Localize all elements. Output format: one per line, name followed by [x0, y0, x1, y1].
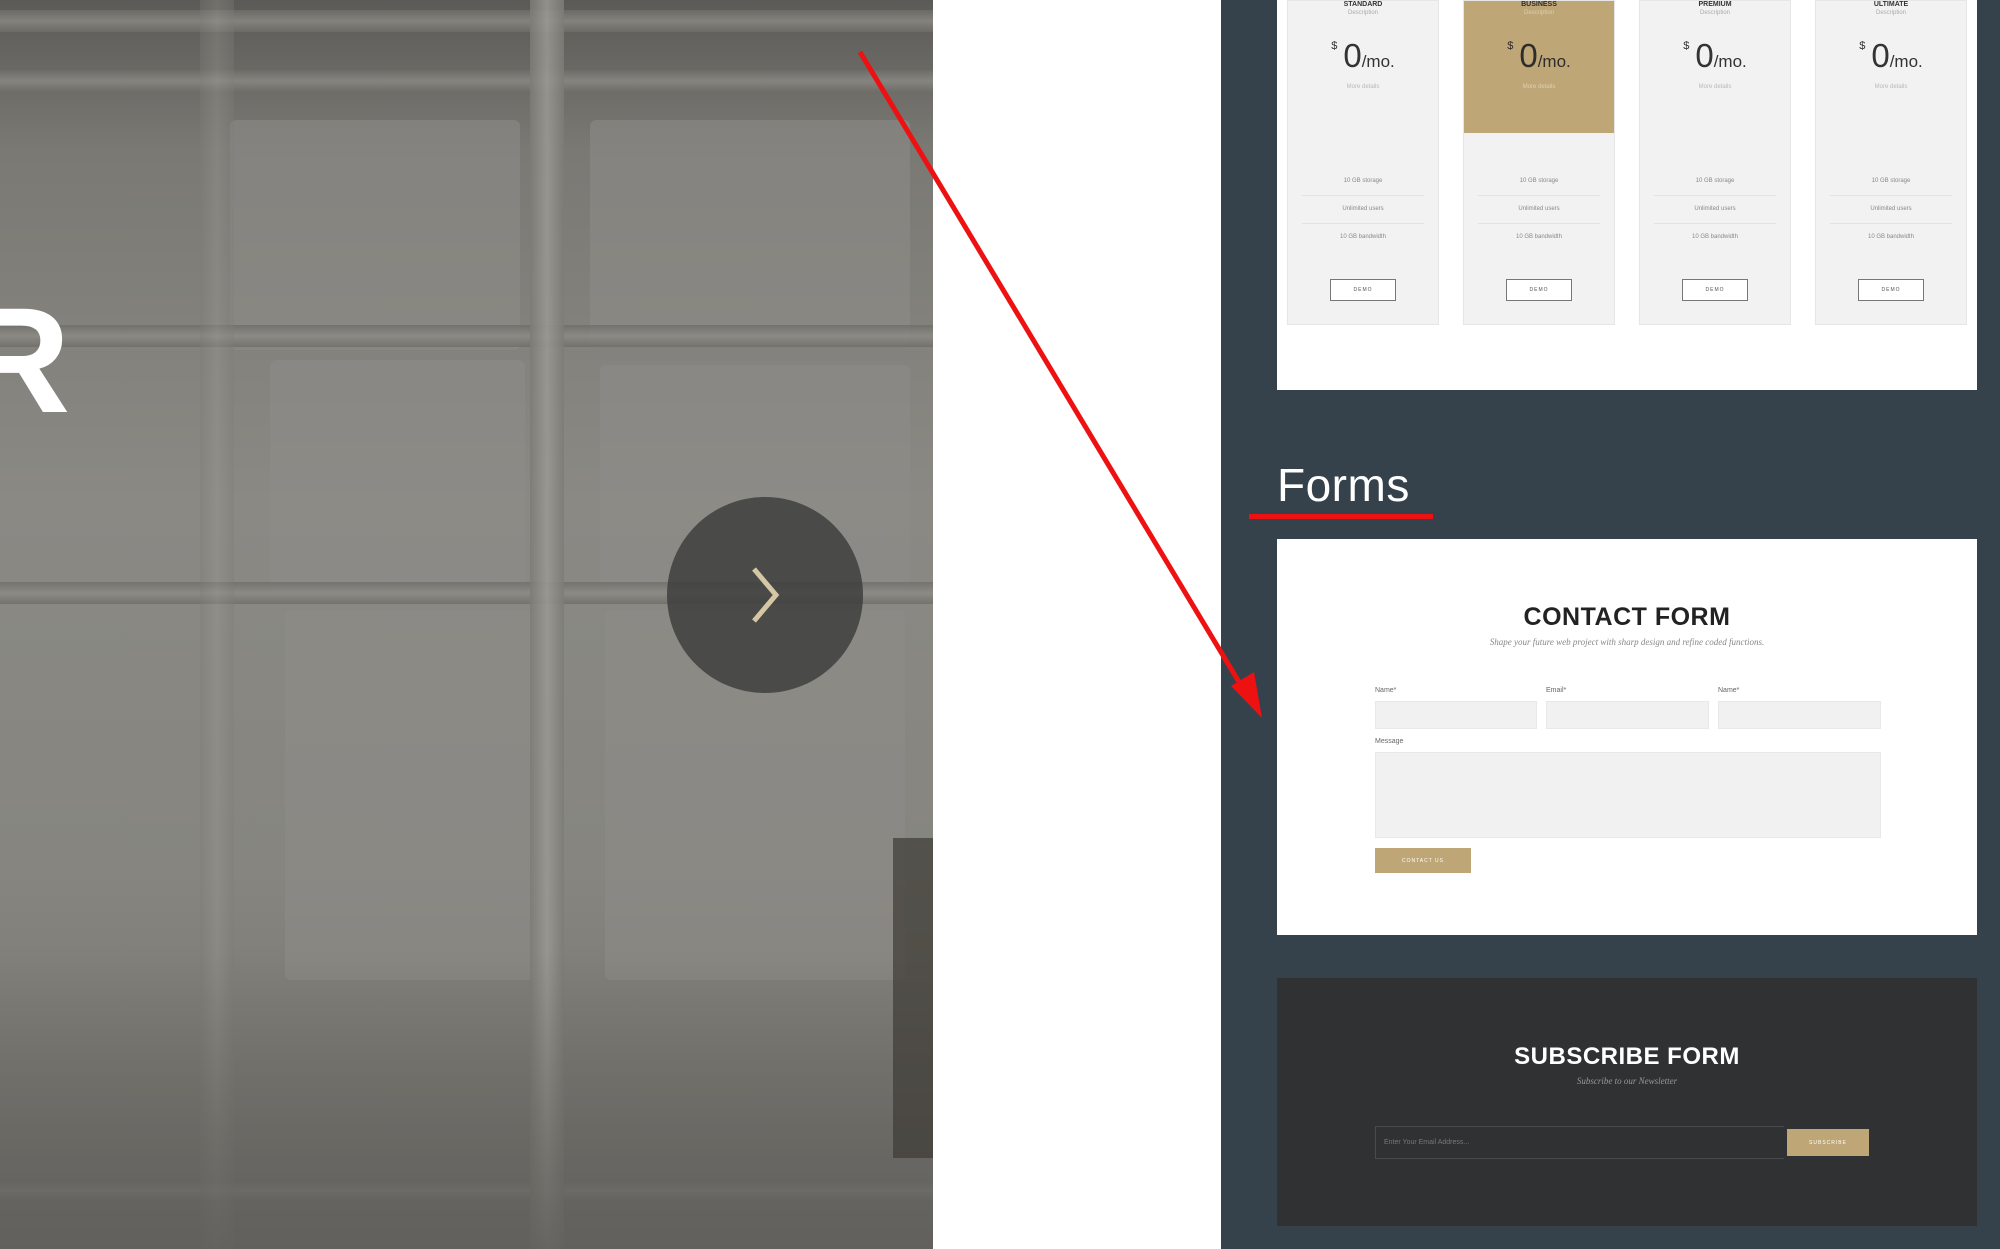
window-pane [270, 360, 525, 590]
more-details-link[interactable]: More details [1288, 84, 1438, 90]
plan-demo-button[interactable]: DEMO [1858, 279, 1924, 301]
plan-name: ULTIMATE [1873, 1, 1909, 8]
chevron-right-icon [752, 567, 780, 623]
plan-feature: 10 GB bandwidth [1515, 234, 1563, 240]
pricing-plan-featured: BUSINESS Description $0/mo. More details… [1463, 0, 1615, 325]
plan-header: BUSINESS Description $0/mo. More details [1464, 1, 1614, 133]
plan-header: PREMIUM Description $0/mo. More details [1640, 1, 1790, 133]
plan-feature: Unlimited users [1478, 196, 1600, 224]
plan-feature: 10 GB bandwidth [1691, 234, 1739, 240]
plan-header: STANDARD Description $0/mo. More details [1288, 1, 1438, 133]
contact-form-subtitle: Shape your future web project with sharp… [1489, 637, 1765, 647]
annotation-underline [1249, 514, 1433, 519]
window-frame [0, 325, 933, 347]
subscribe-button[interactable]: SUBSCRIBE [1784, 1126, 1872, 1159]
window-frame [0, 10, 933, 32]
window-pane [230, 120, 520, 350]
plan-feature: 10 GB storage [1478, 168, 1600, 196]
name-field-label: Name* [1375, 687, 1397, 694]
plan-price: $0/mo. [1640, 39, 1790, 72]
subscribe-form-title: SUBSCRIBE FORM [1514, 1043, 1740, 1070]
plan-demo-button[interactable]: DEMO [1506, 279, 1572, 301]
second-name-field-label: Name* [1718, 687, 1740, 694]
pricing-plan: STANDARD Description $0/mo. More details… [1287, 0, 1439, 325]
plan-description: Description [1347, 10, 1378, 16]
hero-heading-fragment: R [0, 276, 71, 444]
photo-haze [0, 949, 933, 1249]
email-field-label: Email* [1546, 687, 1567, 694]
plan-feature: Unlimited users [1654, 196, 1776, 224]
contact-form-card: CONTACT FORM Shape your future web proje… [1277, 539, 1977, 935]
plan-description: Description [1699, 10, 1730, 16]
price-period: /mo. [1537, 52, 1571, 71]
more-details-link[interactable]: More details [1816, 84, 1966, 90]
plan-feature: 10 GB bandwidth [1867, 234, 1915, 240]
price-period: /mo. [1713, 52, 1747, 71]
hero-slider: R [0, 0, 933, 1249]
plan-features: 10 GB storage Unlimited users 10 GB band… [1464, 133, 1614, 251]
currency-symbol: $ [1507, 40, 1514, 52]
plan-header: ULTIMATE Description $0/mo. More details [1816, 1, 1966, 133]
plan-features: 10 GB storage Unlimited users 10 GB band… [1640, 133, 1790, 251]
second-name-input[interactable] [1718, 701, 1881, 729]
plan-feature: 10 GB storage [1830, 168, 1952, 196]
subscribe-form-subtitle: Subscribe to our Newsletter [1576, 1076, 1678, 1086]
window-pane [285, 610, 535, 980]
currency-symbol: $ [1331, 40, 1338, 52]
plan-description: Description [1875, 10, 1906, 16]
more-details-link[interactable]: More details [1640, 84, 1790, 90]
plan-price: $0/mo. [1288, 39, 1438, 72]
plan-price: $0/mo. [1816, 39, 1966, 72]
plan-demo-button[interactable]: DEMO [1330, 279, 1396, 301]
contact-us-button[interactable]: CONTACT US [1375, 848, 1471, 873]
more-details-link[interactable]: More details [1464, 84, 1614, 90]
window-frame [0, 70, 933, 92]
pricing-plan: PREMIUM Description $0/mo. More details … [1639, 0, 1791, 325]
slider-next-button[interactable] [667, 497, 863, 693]
window-pane [590, 120, 910, 345]
message-field-label: Message [1375, 738, 1404, 745]
price-value: 0 [1871, 37, 1890, 74]
subscribe-email-input[interactable]: Enter Your Email Address... [1375, 1126, 1784, 1159]
plan-features: 10 GB storage Unlimited users 10 GB band… [1816, 133, 1966, 251]
plan-feature: 10 GB bandwidth [1339, 234, 1387, 240]
plan-name: STANDARD [1343, 1, 1383, 8]
name-input[interactable] [1375, 701, 1537, 729]
message-textarea[interactable] [1375, 752, 1881, 838]
email-input[interactable] [1546, 701, 1709, 729]
plan-feature: Unlimited users [1830, 196, 1952, 224]
plan-feature: 10 GB storage [1654, 168, 1776, 196]
section-title-forms: Forms [1277, 459, 1410, 511]
plan-price: $0/mo. [1464, 39, 1614, 72]
price-value: 0 [1695, 37, 1714, 74]
contact-form-title: CONTACT FORM [1523, 603, 1731, 631]
subscribe-form-card: SUBSCRIBE FORM Subscribe to our Newslett… [1277, 978, 1977, 1226]
currency-symbol: $ [1683, 40, 1690, 52]
plan-features: 10 GB storage Unlimited users 10 GB band… [1288, 133, 1438, 251]
plan-name: BUSINESS [1521, 1, 1557, 8]
price-period: /mo. [1889, 52, 1923, 71]
currency-symbol: $ [1859, 40, 1866, 52]
plan-feature: 10 GB storage [1302, 168, 1424, 196]
pricing-table-card: STANDARD Description $0/mo. More details… [1277, 0, 1977, 390]
plan-feature: Unlimited users [1302, 196, 1424, 224]
ui-kit-panel: STANDARD Description $0/mo. More details… [1221, 0, 2000, 1249]
price-value: 0 [1343, 37, 1362, 74]
plan-demo-button[interactable]: DEMO [1682, 279, 1748, 301]
plan-name: PREMIUM [1698, 1, 1732, 8]
price-period: /mo. [1361, 52, 1395, 71]
photo-shadow [893, 838, 933, 1158]
pricing-plan: ULTIMATE Description $0/mo. More details… [1815, 0, 1967, 325]
plan-description: Description [1523, 10, 1554, 16]
price-value: 0 [1519, 37, 1538, 74]
